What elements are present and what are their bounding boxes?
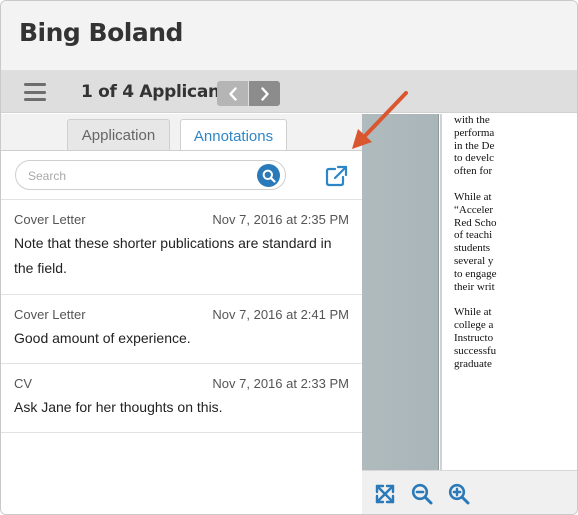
document-paragraph: While at college a Instructo successfu g… bbox=[454, 306, 497, 370]
tab-application[interactable]: Application bbox=[67, 119, 170, 151]
fit-screen-icon[interactable] bbox=[374, 483, 396, 505]
annotation-source: Cover Letter bbox=[14, 212, 86, 227]
applicant-pager bbox=[217, 81, 280, 106]
annotation-timestamp: Nov 7, 2016 at 2:33 PM bbox=[212, 376, 349, 391]
annotation-note: Good amount of experience. bbox=[14, 330, 191, 346]
toolbar: 1 of 4 Applicants bbox=[1, 71, 577, 113]
annotation-timestamp: Nov 7, 2016 at 2:35 PM bbox=[212, 212, 349, 227]
document-viewer: with the performa in the De to develc of… bbox=[362, 114, 577, 514]
document-paragraph: with the performa in the De to develc of… bbox=[454, 114, 495, 178]
annotation-meta: Cover Letter Nov 7, 2016 at 2:41 PM bbox=[14, 307, 349, 322]
annotation-note: Note that these shorter publications are… bbox=[14, 235, 332, 276]
annotation-source: Cover Letter bbox=[14, 307, 86, 322]
annotations-panel: Application Annotations Search Cover Let… bbox=[1, 114, 362, 514]
zoom-in-icon[interactable] bbox=[448, 483, 470, 505]
next-applicant-button[interactable] bbox=[249, 81, 280, 106]
document-paragraph: While at “Acceler Red Scho of teachi stu… bbox=[454, 190, 497, 293]
app-window: Bing Boland 1 of 4 Applicants Applicatio… bbox=[0, 0, 578, 515]
chevron-right-icon bbox=[260, 86, 269, 101]
annotation-source: CV bbox=[14, 376, 33, 391]
applicant-counter: 1 of 4 Applicants bbox=[81, 82, 238, 102]
search-input[interactable] bbox=[28, 167, 248, 185]
chevron-left-icon bbox=[228, 86, 237, 101]
zoom-out-icon[interactable] bbox=[411, 483, 433, 505]
applicant-name-title: Bing Boland bbox=[19, 18, 183, 47]
search-icon bbox=[262, 169, 276, 183]
tab-annotations[interactable]: Annotations bbox=[180, 119, 287, 152]
open-external-icon[interactable] bbox=[325, 165, 349, 187]
title-bar: Bing Boland bbox=[1, 1, 577, 71]
annotation-timestamp: Nov 7, 2016 at 2:41 PM bbox=[212, 307, 349, 322]
search-button[interactable] bbox=[257, 164, 280, 187]
annotation-list: Cover Letter Nov 7, 2016 at 2:35 PM Note… bbox=[1, 199, 362, 433]
previous-applicant-button[interactable] bbox=[217, 81, 248, 106]
annotation-item[interactable]: Cover Letter Nov 7, 2016 at 2:35 PM Note… bbox=[1, 199, 362, 294]
annotations-content: Cover Letter Nov 7, 2016 at 2:35 PM Note… bbox=[1, 150, 362, 514]
search-box bbox=[15, 160, 286, 190]
annotation-item[interactable]: CV Nov 7, 2016 at 2:33 PM Ask Jane for h… bbox=[1, 363, 362, 433]
document-gutter bbox=[362, 114, 439, 470]
document-text: with the performa in the De to develc of… bbox=[454, 114, 514, 383]
annotation-note: Ask Jane for her thoughts on this. bbox=[14, 399, 223, 415]
annotation-meta: CV Nov 7, 2016 at 2:33 PM bbox=[14, 376, 349, 391]
annotation-item[interactable]: Cover Letter Nov 7, 2016 at 2:41 PM Good… bbox=[1, 294, 362, 363]
annotation-meta: Cover Letter Nov 7, 2016 at 2:35 PM bbox=[14, 212, 349, 227]
panel-tabs: Application Annotations bbox=[1, 114, 362, 152]
hamburger-menu-icon[interactable] bbox=[24, 83, 46, 101]
viewer-toolbar bbox=[362, 470, 577, 514]
